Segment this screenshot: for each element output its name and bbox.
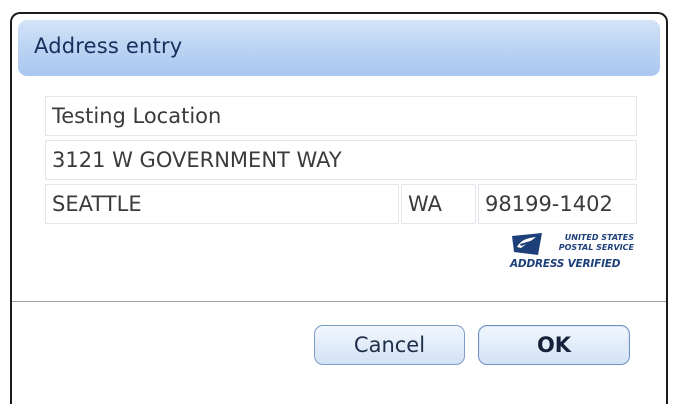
cancel-button[interactable]: Cancel (314, 325, 465, 365)
address-verified-label: ADDRESS VERIFIED (510, 258, 621, 270)
state-field[interactable]: WA (401, 184, 476, 224)
ok-button[interactable]: OK (478, 325, 630, 365)
usps-text-united-states: UNITED STATES (564, 233, 634, 242)
address-entry-dialog: Address entry Testing Location 3121 W GO… (10, 12, 668, 404)
city-field[interactable]: SEATTLE (45, 184, 399, 224)
usps-address-verified-badge: UNITED STATES POSTAL SERVICE ADDRESS VER… (510, 230, 638, 274)
location-name-field[interactable]: Testing Location (45, 96, 637, 136)
zip-code-field[interactable]: 98199-1402 (478, 184, 637, 224)
dialog-title: Address entry (34, 34, 183, 58)
usps-eagle-icon (512, 233, 542, 255)
usps-text-postal-service: POSTAL SERVICE (558, 243, 634, 252)
button-divider (12, 301, 666, 302)
street-address-field[interactable]: 3121 W GOVERNMENT WAY (45, 140, 637, 180)
title-bar: Address entry (18, 20, 660, 76)
